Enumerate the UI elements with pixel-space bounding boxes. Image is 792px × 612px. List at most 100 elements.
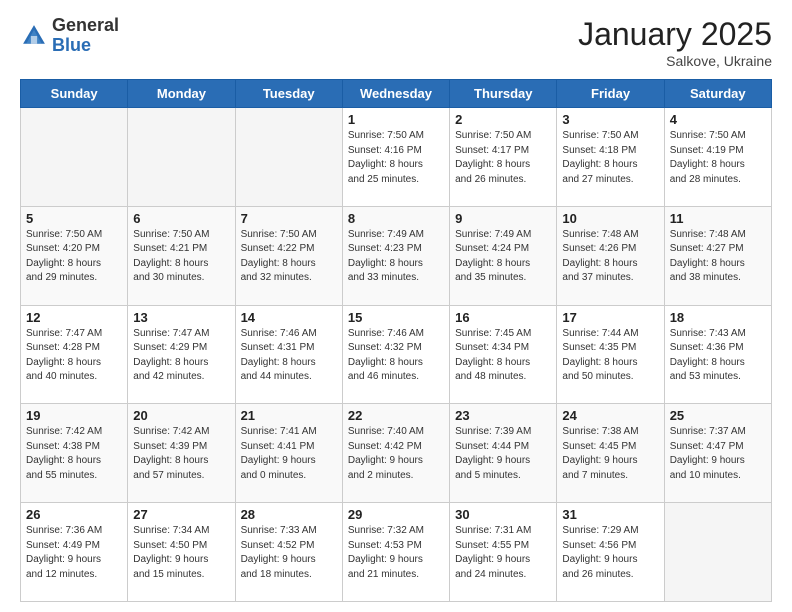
calendar-cell: 26Sunrise: 7:36 AM Sunset: 4:49 PM Dayli…: [21, 503, 128, 602]
day-header-sunday: Sunday: [21, 80, 128, 108]
day-number: 3: [562, 112, 658, 127]
day-number: 30: [455, 507, 551, 522]
day-detail: Sunrise: 7:48 AM Sunset: 4:27 PM Dayligh…: [670, 228, 766, 286]
day-detail: Sunrise: 7:32 AM Sunset: 4:53 PM Dayligh…: [348, 524, 444, 582]
day-number: 5: [26, 211, 122, 226]
day-detail: Sunrise: 7:34 AM Sunset: 4:50 PM Dayligh…: [133, 524, 229, 582]
calendar-cell: 16Sunrise: 7:45 AM Sunset: 4:34 PM Dayli…: [450, 305, 557, 404]
day-detail: Sunrise: 7:50 AM Sunset: 4:21 PM Dayligh…: [133, 228, 229, 286]
header: General Blue January 2025 Salkove, Ukrai…: [20, 16, 772, 69]
calendar-cell: 24 Sunrise: 7:38 AM Sunset: 4:45 PM Dayli…: [557, 404, 664, 503]
day-detail: Sunrise: 7:40 AM Sunset: 4:42 PM Dayligh…: [348, 425, 444, 483]
logo-icon: [20, 22, 48, 50]
logo-text: General Blue: [52, 16, 119, 56]
day-detail: Sunrise: 7:50 AM Sunset: 4:20 PM Dayligh…: [26, 228, 122, 286]
location-text: Salkove, Ukraine: [578, 53, 772, 69]
calendar-cell: 3 Sunrise: 7:50 AM Sunset: 4:18 PM Daylig…: [557, 108, 664, 207]
day-number: 18: [670, 310, 766, 325]
day-detail: Sunrise: 7:47 AM Sunset: 4:28 PM Dayligh…: [26, 327, 122, 385]
day-detail: Sunrise: 7:47 AM Sunset: 4:29 PM Dayligh…: [133, 327, 229, 385]
calendar-cell: [21, 108, 128, 207]
day-number: 15: [348, 310, 444, 325]
calendar-cell: [664, 503, 771, 602]
day-detail: Sunrise: 7:38 AM Sunset: 4:45 PM Dayligh…: [562, 425, 658, 483]
day-number: 14: [241, 310, 337, 325]
day-number: 21: [241, 408, 337, 423]
calendar-cell: 20 Sunrise: 7:42 AM Sunset: 4:39 PM Dayli…: [128, 404, 235, 503]
week-row-4: 19 Sunrise: 7:42 AM Sunset: 4:38 PM Dayli…: [21, 404, 772, 503]
calendar-cell: 8Sunrise: 7:49 AM Sunset: 4:23 PM Daylig…: [342, 206, 449, 305]
page: General Blue January 2025 Salkove, Ukrai…: [0, 0, 792, 612]
calendar-cell: 1 Sunrise: 7:50 AM Sunset: 4:16 PM Daylig…: [342, 108, 449, 207]
day-number: 25: [670, 408, 766, 423]
day-number: 20: [133, 408, 229, 423]
day-header-thursday: Thursday: [450, 80, 557, 108]
week-row-1: 1 Sunrise: 7:50 AM Sunset: 4:16 PM Daylig…: [21, 108, 772, 207]
calendar-cell: 6Sunrise: 7:50 AM Sunset: 4:21 PM Daylig…: [128, 206, 235, 305]
day-detail: Sunrise: 7:50 AM Sunset: 4:17 PM Dayligh…: [455, 129, 551, 187]
day-header-saturday: Saturday: [664, 80, 771, 108]
day-detail: Sunrise: 7:37 AM Sunset: 4:47 PM Dayligh…: [670, 425, 766, 483]
day-header-friday: Friday: [557, 80, 664, 108]
day-number: 9: [455, 211, 551, 226]
day-number: 22: [348, 408, 444, 423]
day-number: 24: [562, 408, 658, 423]
day-number: 1: [348, 112, 444, 127]
day-number: 2: [455, 112, 551, 127]
logo-blue-text: Blue: [52, 35, 91, 55]
day-detail: Sunrise: 7:50 AM Sunset: 4:16 PM Dayligh…: [348, 129, 444, 187]
day-number: 7: [241, 211, 337, 226]
day-number: 19: [26, 408, 122, 423]
day-detail: Sunrise: 7:48 AM Sunset: 4:26 PM Dayligh…: [562, 228, 658, 286]
day-number: 12: [26, 310, 122, 325]
day-number: 10: [562, 211, 658, 226]
calendar-cell: 28 Sunrise: 7:33 AM Sunset: 4:52 PM Dayli…: [235, 503, 342, 602]
calendar-cell: 31 Sunrise: 7:29 AM Sunset: 4:56 PM Dayli…: [557, 503, 664, 602]
month-year-title: January 2025: [578, 16, 772, 53]
calendar-cell: 10 Sunrise: 7:48 AM Sunset: 4:26 PM Dayli…: [557, 206, 664, 305]
week-row-5: 26Sunrise: 7:36 AM Sunset: 4:49 PM Dayli…: [21, 503, 772, 602]
day-detail: Sunrise: 7:31 AM Sunset: 4:55 PM Dayligh…: [455, 524, 551, 582]
calendar-cell: 29 Sunrise: 7:32 AM Sunset: 4:53 PM Dayli…: [342, 503, 449, 602]
calendar-cell: 17Sunrise: 7:44 AM Sunset: 4:35 PM Dayli…: [557, 305, 664, 404]
week-row-2: 5 Sunrise: 7:50 AM Sunset: 4:20 PM Daylig…: [21, 206, 772, 305]
day-number: 17: [562, 310, 658, 325]
calendar-cell: [235, 108, 342, 207]
calendar-cell: 25 Sunrise: 7:37 AM Sunset: 4:47 PM Dayli…: [664, 404, 771, 503]
header-row: SundayMondayTuesdayWednesdayThursdayFrid…: [21, 80, 772, 108]
logo-general-text: General: [52, 15, 119, 35]
day-detail: Sunrise: 7:29 AM Sunset: 4:56 PM Dayligh…: [562, 524, 658, 582]
calendar-cell: 12 Sunrise: 7:47 AM Sunset: 4:28 PM Dayli…: [21, 305, 128, 404]
day-number: 29: [348, 507, 444, 522]
calendar-cell: 15 Sunrise: 7:46 AM Sunset: 4:32 PM Dayli…: [342, 305, 449, 404]
day-header-tuesday: Tuesday: [235, 80, 342, 108]
day-detail: Sunrise: 7:39 AM Sunset: 4:44 PM Dayligh…: [455, 425, 551, 483]
day-number: 27: [133, 507, 229, 522]
day-detail: Sunrise: 7:36 AM Sunset: 4:49 PM Dayligh…: [26, 524, 122, 582]
day-detail: Sunrise: 7:50 AM Sunset: 4:18 PM Dayligh…: [562, 129, 658, 187]
week-row-3: 12 Sunrise: 7:47 AM Sunset: 4:28 PM Dayli…: [21, 305, 772, 404]
day-detail: Sunrise: 7:49 AM Sunset: 4:24 PM Dayligh…: [455, 228, 551, 286]
calendar-cell: 11 Sunrise: 7:48 AM Sunset: 4:27 PM Dayli…: [664, 206, 771, 305]
day-detail: Sunrise: 7:41 AM Sunset: 4:41 PM Dayligh…: [241, 425, 337, 483]
calendar-cell: [128, 108, 235, 207]
day-number: 28: [241, 507, 337, 522]
calendar-cell: 9 Sunrise: 7:49 AM Sunset: 4:24 PM Daylig…: [450, 206, 557, 305]
day-detail: Sunrise: 7:33 AM Sunset: 4:52 PM Dayligh…: [241, 524, 337, 582]
day-detail: Sunrise: 7:42 AM Sunset: 4:39 PM Dayligh…: [133, 425, 229, 483]
day-number: 4: [670, 112, 766, 127]
day-detail: Sunrise: 7:46 AM Sunset: 4:32 PM Dayligh…: [348, 327, 444, 385]
calendar-cell: 19 Sunrise: 7:42 AM Sunset: 4:38 PM Dayli…: [21, 404, 128, 503]
day-header-wednesday: Wednesday: [342, 80, 449, 108]
day-header-monday: Monday: [128, 80, 235, 108]
day-number: 31: [562, 507, 658, 522]
day-detail: Sunrise: 7:43 AM Sunset: 4:36 PM Dayligh…: [670, 327, 766, 385]
day-detail: Sunrise: 7:45 AM Sunset: 4:34 PM Dayligh…: [455, 327, 551, 385]
day-detail: Sunrise: 7:49 AM Sunset: 4:23 PM Dayligh…: [348, 228, 444, 286]
calendar-cell: 18 Sunrise: 7:43 AM Sunset: 4:36 PM Dayli…: [664, 305, 771, 404]
calendar-table: SundayMondayTuesdayWednesdayThursdayFrid…: [20, 79, 772, 602]
day-number: 11: [670, 211, 766, 226]
calendar-cell: 21 Sunrise: 7:41 AM Sunset: 4:41 PM Dayli…: [235, 404, 342, 503]
day-detail: Sunrise: 7:42 AM Sunset: 4:38 PM Dayligh…: [26, 425, 122, 483]
calendar-cell: 2 Sunrise: 7:50 AM Sunset: 4:17 PM Daylig…: [450, 108, 557, 207]
